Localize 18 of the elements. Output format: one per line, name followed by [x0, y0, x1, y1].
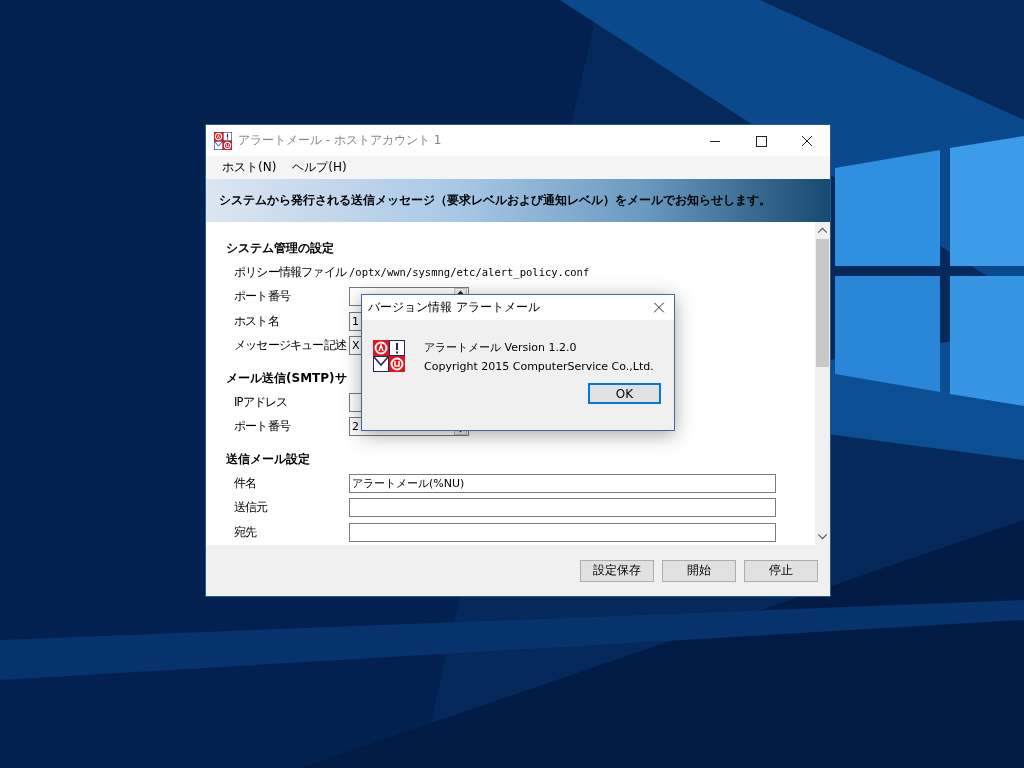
field-label: 件名 [234, 475, 258, 491]
section-heading: システム管理の設定 [226, 240, 334, 257]
field-label: IPアドレス [234, 394, 289, 410]
field-label: 宛先 [234, 524, 258, 540]
field-label: メッセージキュー記述 [234, 338, 347, 354]
path-text: /optx/wwn/sysmng/etc/alert_policy.conf [349, 266, 590, 279]
section-heading: メール送信(SMTP)サ [226, 370, 347, 387]
window-title: アラートメール - ホストアカウント 1 [238, 132, 443, 149]
info-text: アラートメール Version 1.2.0 [424, 340, 578, 355]
field-label: ポリシー情報ファイル [234, 264, 348, 280]
field-label: ホスト名 [234, 313, 280, 329]
banner-text: システムから発行される送信メッセージ（要求レベルおよび通知レベル）をメールでお知らせします。 [219, 192, 771, 209]
field-label: 送信元 [234, 500, 269, 516]
info-text: Copyright 2015 ComputerService Co.,Ltd. [424, 360, 654, 373]
field-label: ポート番号 [234, 419, 292, 435]
field-label: ポート番号 [234, 289, 292, 305]
dialog-title: バージョン情報 アラートメール [368, 299, 541, 316]
section-heading: 送信メール設定 [226, 451, 310, 468]
